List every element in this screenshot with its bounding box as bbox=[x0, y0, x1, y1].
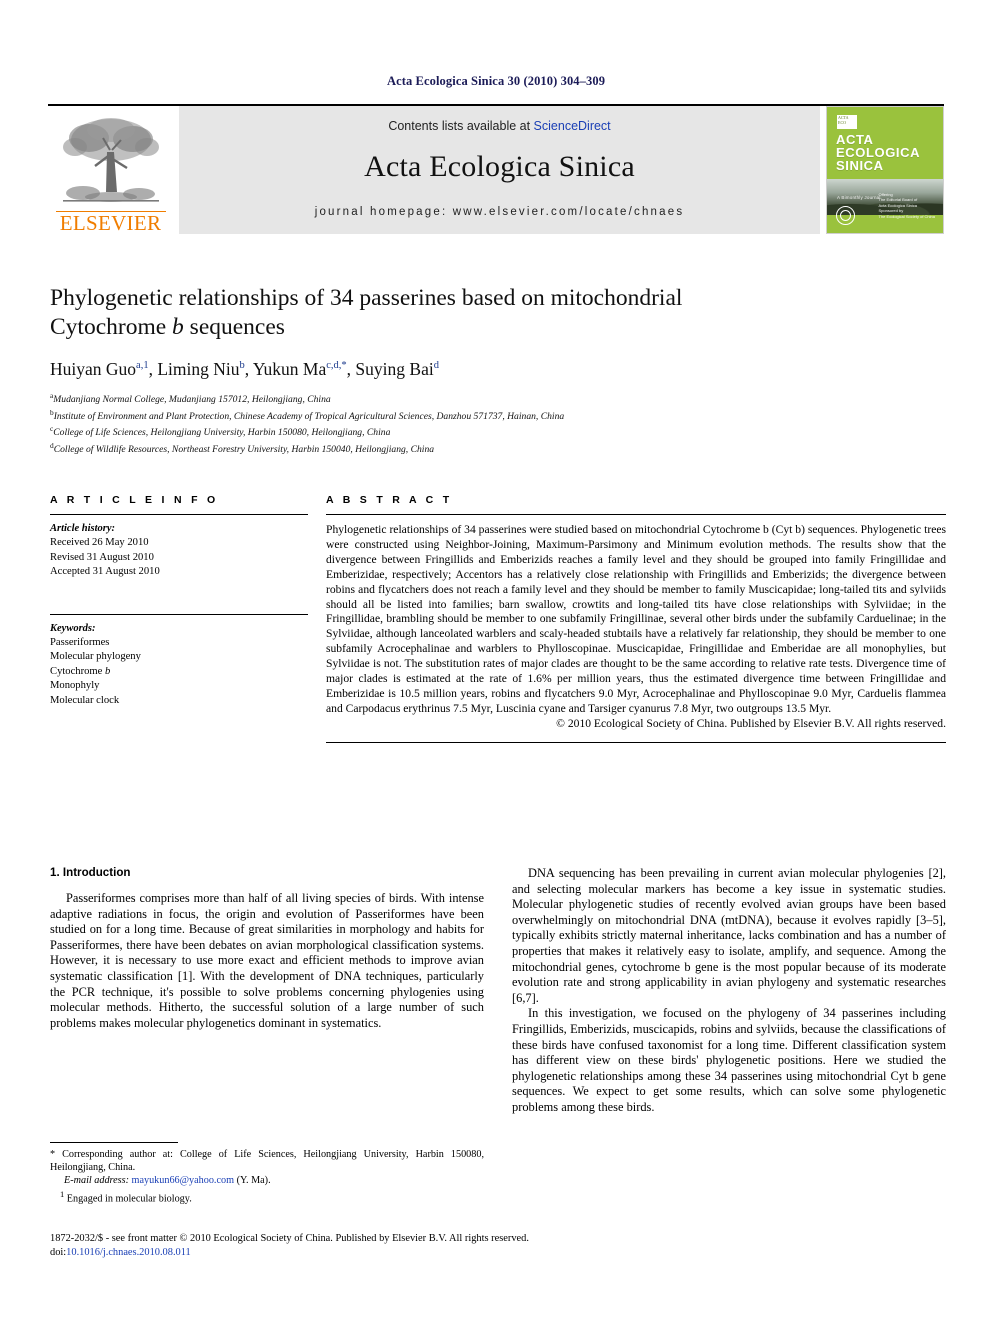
running-head: Acta Ecologica Sinica 30 (2010) 304–309 bbox=[386, 74, 606, 88]
keyword-5: Molecular clock bbox=[50, 694, 120, 706]
title-gene-italic: b bbox=[172, 314, 184, 340]
author-1-sup[interactable]: a,1 bbox=[136, 360, 149, 371]
introduction-heading: 1. Introduction bbox=[50, 866, 131, 879]
doi-line: doi:10.1016/j.chnaes.2010.08.011 bbox=[50, 1246, 946, 1260]
article-info-column: A R T I C L E I N F O Article history: R… bbox=[50, 494, 308, 743]
email-address-link[interactable]: mayukun66@yahoo.com bbox=[132, 1175, 234, 1186]
page-title: Phylogenetic relationships of 34 passeri… bbox=[50, 284, 946, 342]
cover-subtitle: A Bimonthly Journal bbox=[837, 195, 881, 200]
introduction-paragraph-right-2: In this investigation, we focused on the… bbox=[512, 1006, 946, 1114]
sciencedirect-link[interactable]: ScienceDirect bbox=[534, 119, 611, 133]
doi-link[interactable]: 10.1016/j.chnaes.2010.08.011 bbox=[66, 1247, 191, 1258]
cover-badge-logo: ACTA ECO bbox=[837, 115, 857, 129]
history-accepted: Accepted 31 August 2010 bbox=[50, 566, 160, 578]
article-history-block: Article history: Received 26 May 2010 Re… bbox=[50, 515, 308, 580]
affiliation-a-text: Mudanjiang Normal College, Mudanjiang 15… bbox=[53, 394, 331, 406]
affiliation-d: dCollege of Wildlife Resources, Northeas… bbox=[50, 440, 946, 457]
cover-title: ACTA ECOLOGICA SINICA bbox=[836, 133, 920, 172]
paper-page: Acta Ecologica Sinica 30 (2010) 304–309 bbox=[0, 0, 992, 1323]
keywords-label: Keywords: bbox=[50, 622, 96, 634]
author-1: Huiyan Guo bbox=[50, 359, 137, 379]
contents-available-line: Contents lists available at ScienceDirec… bbox=[388, 119, 610, 133]
body-column-left: 1. Introduction Passeriformes comprises … bbox=[50, 866, 484, 1116]
journal-title: Acta Ecologica Sinica bbox=[364, 150, 635, 183]
article-history-label: Article history: bbox=[50, 523, 116, 534]
footnote-block: * Corresponding author at: College of Li… bbox=[50, 1142, 484, 1205]
abstract-copyright: © 2010 Ecological Society of China. Publ… bbox=[556, 716, 946, 730]
elsevier-tree-icon bbox=[62, 118, 159, 202]
footnote-note-1: 1 Engaged in molecular biology. bbox=[50, 1188, 484, 1206]
title-line-1: Phylogenetic relationships of 34 passeri… bbox=[50, 285, 683, 311]
author-4: Suying Bai bbox=[355, 359, 434, 379]
email-address-suffix: (Y. Ma). bbox=[236, 1175, 271, 1187]
footnote-email: E-mail address: mayukun66@yahoo.com (Y. … bbox=[50, 1174, 484, 1187]
author-2: Liming Niu bbox=[157, 359, 240, 379]
author-4-sup[interactable]: d bbox=[434, 360, 439, 371]
affiliation-c: cCollege of Life Sciences, Heilongjiang … bbox=[50, 423, 946, 440]
affiliation-d-text: College of Wildlife Resources, Northeast… bbox=[53, 443, 435, 455]
keyword-3: Cytochrome b bbox=[50, 665, 111, 677]
journal-masthead: ELSEVIER Contents lists available at Sci… bbox=[48, 104, 944, 234]
keyword-2: Molecular phylogeny bbox=[50, 651, 141, 663]
elsevier-logo: ELSEVIER bbox=[48, 106, 173, 234]
title-line-2-pre: Cytochrome bbox=[50, 314, 173, 340]
history-revised: Revised 31 August 2010 bbox=[50, 551, 154, 563]
cover-seal-icon bbox=[836, 206, 855, 225]
affiliation-b-text: Institute of Environment and Plant Prote… bbox=[53, 410, 565, 422]
footnote-note-1-text: Engaged in molecular biology. bbox=[66, 1193, 192, 1204]
title-block: Phylogenetic relationships of 34 passeri… bbox=[50, 284, 946, 456]
keyword-4: Monophyly bbox=[50, 680, 100, 692]
history-received: Received 26 May 2010 bbox=[50, 537, 149, 549]
cover-title-line-3: SINICA bbox=[836, 158, 884, 173]
masthead-center-panel: Contents lists available at ScienceDirec… bbox=[179, 106, 820, 234]
abstract-bottom-rule bbox=[326, 741, 946, 743]
title-line-2-post: sequences bbox=[183, 314, 285, 340]
body-column-right: DNA sequencing has been prevailing in cu… bbox=[512, 866, 946, 1116]
affiliation-c-text: College of Life Sciences, Heilongjiang U… bbox=[53, 427, 391, 439]
affiliation-list: aMudanjiang Normal College, Mudanjiang 1… bbox=[50, 390, 946, 456]
abstract-text: Phylogenetic relationships of 34 passeri… bbox=[326, 515, 946, 732]
contents-prefix: Contents lists available at bbox=[388, 119, 534, 133]
keywords-block: Keywords: Passeriformes Molecular phylog… bbox=[50, 615, 308, 708]
elsevier-wordmark: ELSEVIER bbox=[55, 211, 166, 234]
affiliation-a: aMudanjiang Normal College, Mudanjiang 1… bbox=[50, 390, 946, 407]
introduction-paragraph-left: Passeriformes comprises more than half o… bbox=[50, 891, 484, 1030]
email-address-label: E-mail address: bbox=[64, 1175, 129, 1187]
cover-footer-line-5: The Ecological Society of China bbox=[878, 213, 935, 219]
keyword-1: Passeriformes bbox=[50, 637, 110, 649]
abstract-column: A B S T R A C T Phylogenetic relationshi… bbox=[326, 494, 946, 743]
footnote-note-1-mark: 1 bbox=[60, 1188, 65, 1199]
doi-label: doi: bbox=[50, 1246, 67, 1258]
author-3: Yukun Ma bbox=[252, 359, 327, 379]
abstract-body: Phylogenetic relationships of 34 passeri… bbox=[326, 523, 946, 715]
abstract-heading: A B S T R A C T bbox=[326, 494, 453, 506]
author-list: Huiyan Guoa,1, Liming Niub, Yukun Mac,d,… bbox=[50, 359, 946, 380]
affiliation-b: bInstitute of Environment and Plant Prot… bbox=[50, 407, 946, 424]
author-sep-2: , bbox=[244, 359, 253, 379]
author-3-sup[interactable]: c,d,* bbox=[326, 360, 346, 371]
body-columns: 1. Introduction Passeriformes comprises … bbox=[50, 866, 946, 1116]
info-abstract-section: A R T I C L E I N F O Article history: R… bbox=[50, 494, 946, 743]
introduction-paragraph-right-1: DNA sequencing has been prevailing in cu… bbox=[512, 866, 946, 1005]
article-info-heading: A R T I C L E I N F O bbox=[50, 494, 219, 506]
cover-footer-text: Offering The Editorial Board of Acta Eco… bbox=[879, 192, 935, 220]
footnote-rule bbox=[50, 1142, 178, 1143]
bottom-matter: 1872-2032/$ - see front matter © 2010 Ec… bbox=[50, 1232, 946, 1259]
journal-cover-thumbnail: ACTA ECO ACTA ECOLOGICA SINICA A Bimonth… bbox=[826, 106, 944, 234]
footnote-corresponding-author: * Corresponding author at: College of Li… bbox=[50, 1149, 484, 1174]
journal-homepage-line[interactable]: journal homepage: www.elsevier.com/locat… bbox=[315, 206, 685, 218]
issn-copyright-line: 1872-2032/$ - see front matter © 2010 Ec… bbox=[50, 1233, 529, 1244]
